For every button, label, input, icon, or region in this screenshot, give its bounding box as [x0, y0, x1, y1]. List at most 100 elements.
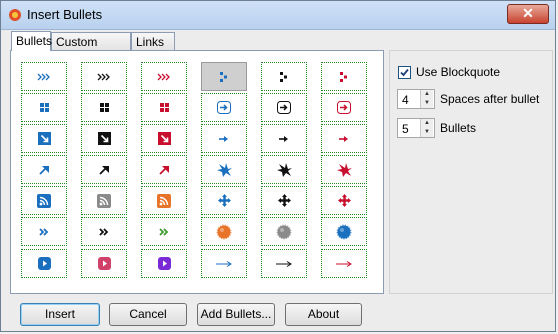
- orb-blue-icon: [336, 224, 352, 239]
- move-cross-red-icon: [337, 194, 351, 207]
- small-arrow-blue-icon: [219, 135, 228, 142]
- splat-red-icon: [337, 162, 352, 177]
- square-pattern-blue-icon: [220, 71, 227, 82]
- bullet-option-double-chevron-green[interactable]: [141, 217, 187, 246]
- rss-gray-icon: [97, 193, 111, 208]
- bullet-option-boxed-diagonal-arrow-red[interactable]: [141, 124, 187, 153]
- bullet-option-diagonal-arrow-red[interactable]: [141, 155, 187, 184]
- bullets-spinbox[interactable]: 5 ▲ ▼: [397, 118, 435, 138]
- play-button-pink-icon: [97, 257, 111, 270]
- bullet-option-splat-blue[interactable]: [201, 155, 247, 184]
- bullets-value[interactable]: 5: [402, 122, 409, 136]
- bullet-option-play-button-pink[interactable]: [81, 249, 127, 278]
- double-chevron-green-icon: [159, 227, 169, 236]
- bullet-option-rss-orange[interactable]: [141, 186, 187, 215]
- boxed-diagonal-arrow-red-icon: [157, 132, 171, 145]
- four-squares-black-icon: [99, 103, 109, 112]
- bullet-option-orb-orange[interactable]: [201, 217, 247, 246]
- title-bar: Insert Bullets ✕: [1, 1, 555, 30]
- spaces-down-arrow-icon[interactable]: ▼: [421, 99, 433, 108]
- app-icon: [9, 9, 21, 21]
- bullet-option-diagonal-arrow-black[interactable]: [81, 155, 127, 184]
- about-button[interactable]: About: [285, 303, 362, 326]
- add-bullets-button[interactable]: Add Bullets...: [197, 303, 275, 326]
- double-chevron-black-icon: [99, 227, 109, 236]
- bullet-option-triple-chevron-black[interactable]: [81, 62, 127, 91]
- bullet-option-boxed-diagonal-arrow-blue[interactable]: [21, 124, 67, 153]
- rss-orange-icon: [157, 193, 171, 208]
- cancel-button[interactable]: Cancel: [109, 303, 187, 326]
- rss-blue-icon: [37, 193, 51, 208]
- bullet-option-small-arrow-red[interactable]: [321, 124, 367, 153]
- bullet-option-long-arrow-red[interactable]: [321, 249, 367, 278]
- bullet-option-four-squares-red[interactable]: [141, 93, 187, 122]
- bullet-option-boxed-arrow-black[interactable]: [261, 93, 307, 122]
- bullet-option-rss-blue[interactable]: [21, 186, 67, 215]
- bullets-spin-buttons: ▲ ▼: [420, 119, 434, 137]
- boxed-arrow-red-icon: [337, 101, 351, 114]
- boxed-diagonal-arrow-blue-icon: [37, 132, 51, 145]
- use-blockquote-checkbox[interactable]: [398, 66, 411, 79]
- move-cross-black-icon: [277, 194, 291, 207]
- bullet-option-diagonal-arrow-blue[interactable]: [21, 155, 67, 184]
- bullet-option-square-pattern-black[interactable]: [261, 62, 307, 91]
- spaces-spinbox[interactable]: 4 ▲ ▼: [397, 89, 435, 109]
- bullets-panel: [10, 50, 384, 294]
- bullet-option-small-arrow-black[interactable]: [261, 124, 307, 153]
- square-pattern-black-icon: [280, 71, 287, 82]
- bullet-option-splat-black[interactable]: [261, 155, 307, 184]
- triple-chevron-red-icon: [157, 73, 170, 80]
- tab-custom-bullets[interactable]: Custom Bullets: [51, 32, 131, 67]
- spaces-spin-buttons: ▲ ▼: [420, 90, 434, 108]
- bullet-option-move-cross-blue[interactable]: [201, 186, 247, 215]
- bullet-option-double-chevron-blue[interactable]: [21, 217, 67, 246]
- bullet-option-boxed-arrow-red[interactable]: [321, 93, 367, 122]
- bullet-option-small-arrow-blue[interactable]: [201, 124, 247, 153]
- boxed-diagonal-arrow-black-icon: [97, 132, 111, 145]
- bullet-option-play-button-purple[interactable]: [141, 249, 187, 278]
- long-arrow-blue-icon: [216, 260, 232, 267]
- insert-button[interactable]: Insert: [20, 303, 100, 326]
- bullet-option-double-chevron-black[interactable]: [81, 217, 127, 246]
- bullet-option-boxed-diagonal-arrow-black[interactable]: [81, 124, 127, 153]
- bullet-option-long-arrow-black[interactable]: [261, 249, 307, 278]
- four-squares-blue-icon: [39, 103, 49, 112]
- spaces-label: Spaces after bullet: [440, 92, 540, 106]
- boxed-arrow-blue-icon: [217, 101, 231, 114]
- orb-gray-icon: [276, 224, 292, 239]
- options-panel: Use Blockquote 4 ▲ ▼ Spaces after bullet…: [389, 50, 553, 294]
- bullet-option-triple-chevron-blue[interactable]: [21, 62, 67, 91]
- diagonal-arrow-black-icon: [99, 165, 109, 175]
- bullets-label: Bullets: [440, 121, 477, 135]
- tab-links[interactable]: Links: [131, 32, 175, 51]
- boxed-arrow-black-icon: [277, 101, 291, 114]
- bullet-option-move-cross-red[interactable]: [321, 186, 367, 215]
- use-blockquote-label: Use Blockquote: [416, 65, 501, 79]
- long-arrow-red-icon: [336, 260, 352, 267]
- diagonal-arrow-blue-icon: [39, 165, 49, 175]
- bullet-option-move-cross-black[interactable]: [261, 186, 307, 215]
- bullet-option-play-button-blue[interactable]: [21, 249, 67, 278]
- bullet-option-four-squares-black[interactable]: [81, 93, 127, 122]
- bullet-option-orb-gray[interactable]: [261, 217, 307, 246]
- close-button[interactable]: ✕: [507, 4, 549, 24]
- bullet-option-long-arrow-blue[interactable]: [201, 249, 247, 278]
- insert-bullets-dialog: Insert Bullets ✕ Bullets Custom Bullets …: [0, 0, 556, 332]
- play-button-blue-icon: [37, 257, 51, 270]
- checkmark-icon: [400, 68, 409, 77]
- bullet-option-four-squares-blue[interactable]: [21, 93, 67, 122]
- bullet-option-square-pattern-red[interactable]: [321, 62, 367, 91]
- bullet-option-boxed-arrow-blue[interactable]: [201, 93, 247, 122]
- tab-bullets[interactable]: Bullets: [11, 31, 52, 51]
- bullet-option-square-pattern-blue[interactable]: [201, 62, 247, 91]
- splat-black-icon: [277, 162, 292, 177]
- bullet-option-splat-red[interactable]: [321, 155, 367, 184]
- bullets-down-arrow-icon[interactable]: ▼: [421, 128, 433, 137]
- bullet-option-rss-gray[interactable]: [81, 186, 127, 215]
- play-button-purple-icon: [157, 257, 171, 270]
- bullet-option-triple-chevron-red[interactable]: [141, 62, 187, 91]
- bullet-option-orb-blue[interactable]: [321, 217, 367, 246]
- double-chevron-blue-icon: [39, 227, 49, 236]
- small-arrow-black-icon: [279, 135, 288, 142]
- spaces-value[interactable]: 4: [402, 93, 409, 107]
